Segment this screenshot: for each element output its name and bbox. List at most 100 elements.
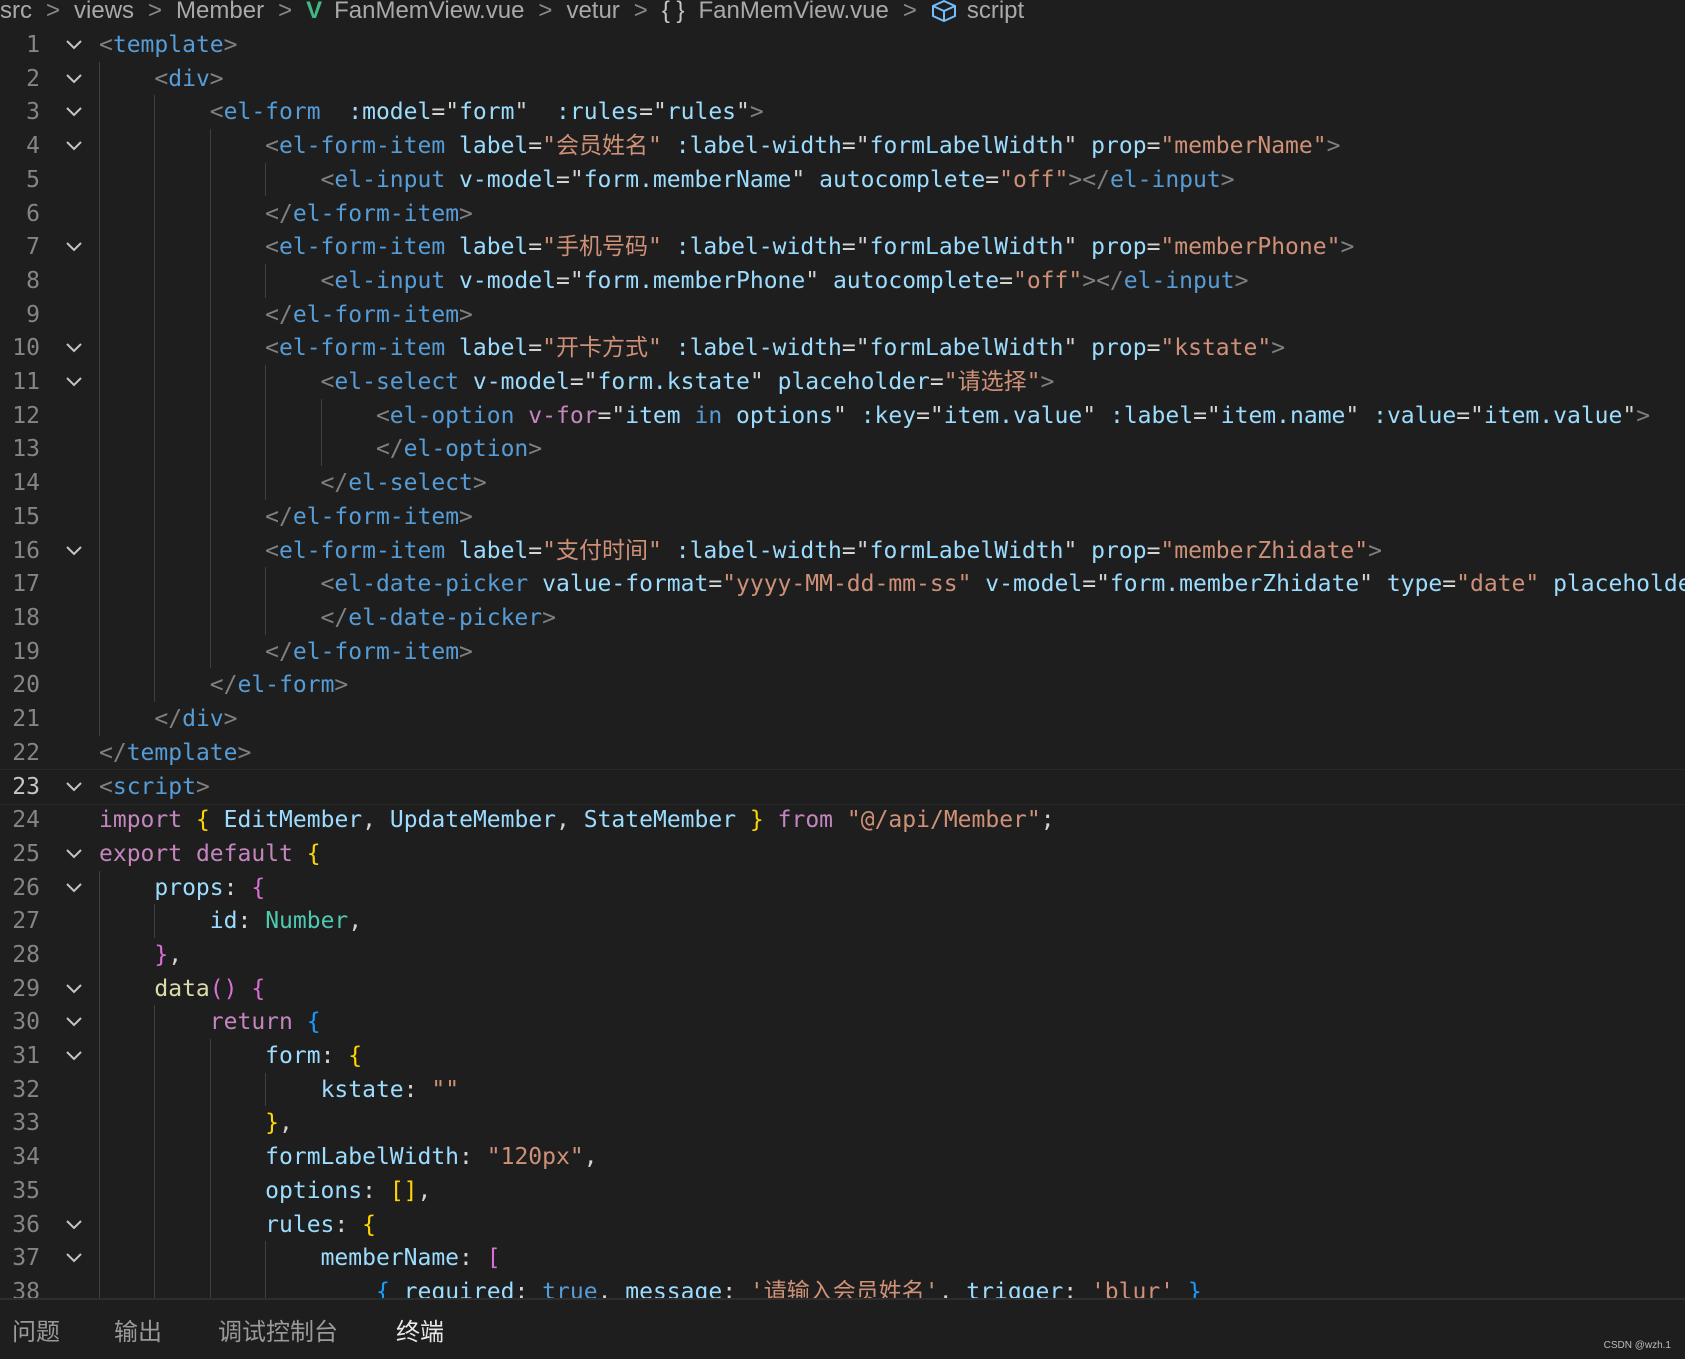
breadcrumb-item-member[interactable]: Member	[176, 0, 264, 23]
code-line[interactable]: 7 <el-form-item label="手机号码" :label-widt…	[0, 230, 1685, 264]
code-token: label	[459, 335, 529, 362]
code-line[interactable]: 28 },	[0, 938, 1685, 972]
breadcrumb-item-views[interactable]: views	[74, 0, 134, 23]
code-line[interactable]: 25 export default {	[0, 837, 1685, 871]
fold-chevron-icon[interactable]	[64, 972, 84, 1006]
code-line[interactable]: 36 rules: {	[0, 1208, 1685, 1242]
breadcrumb-item-script[interactable]: script	[967, 0, 1024, 23]
code-line[interactable]: 26 props: {	[0, 871, 1685, 905]
fold-chevron-icon[interactable]	[64, 28, 84, 62]
code-line[interactable]: 8 <el-input v-model="form.memberPhone" a…	[0, 264, 1685, 298]
fold-chevron-icon[interactable]	[64, 770, 84, 804]
code-line[interactable]: 33 },	[0, 1106, 1685, 1140]
fold-chevron-icon[interactable]	[64, 1039, 84, 1073]
code-token: formLabelWidth	[869, 335, 1064, 362]
code-line[interactable]: 17 <el-date-picker value-format="yyyy-MM…	[0, 567, 1685, 601]
tab-terminal[interactable]: 终端	[396, 1312, 444, 1347]
fold-chevron-icon[interactable]	[64, 837, 84, 871]
breadcrumb-item-src[interactable]: src	[0, 0, 32, 23]
code-editor[interactable]: 1 <template> 2 <div> 3 <el-form :model="for…	[0, 28, 1685, 1298]
code-line[interactable]: 31 form: {	[0, 1039, 1685, 1073]
code-line[interactable]: 18 </el-date-picker>	[0, 601, 1685, 635]
code-line[interactable]: 21 </div>	[0, 702, 1685, 736]
code-token: :rules	[556, 99, 640, 126]
code-token: form	[459, 99, 515, 126]
code-token: script	[112, 774, 196, 801]
code-token: :key	[860, 402, 917, 429]
fold-chevron-icon[interactable]	[64, 230, 84, 264]
breadcrumb-item-module[interactable]: FanMemView.vue	[699, 0, 889, 23]
breadcrumb-item-file[interactable]: FanMemView.vue	[334, 0, 524, 23]
code-token: el-date-picker	[334, 571, 529, 598]
code-token: "memberName"	[1160, 133, 1327, 160]
code-line[interactable]: 4 <el-form-item label="会员姓名" :label-widt…	[0, 129, 1685, 163]
code-token: div	[182, 706, 224, 732]
code-text: options: [],	[99, 1174, 431, 1208]
code-line[interactable]: 1 <template>	[0, 28, 1685, 62]
code-text: <script>	[99, 770, 210, 804]
code-token: el-form	[237, 672, 335, 699]
code-token: =	[528, 537, 543, 564]
fold-chevron-icon[interactable]	[64, 331, 84, 365]
code-token: default	[195, 840, 293, 867]
code-line[interactable]: 23 <script>	[0, 769, 1685, 806]
code-line[interactable]: 12 <el-option v-for="item in options" :k…	[0, 399, 1685, 433]
code-line[interactable]: 30 return {	[0, 1005, 1685, 1039]
code-line[interactable]: 3 <el-form :model="form" :rules="rules">	[0, 95, 1685, 129]
line-number: 4	[26, 133, 40, 160]
code-line[interactable]: 5 <el-input v-model="form.memberName" au…	[0, 163, 1685, 197]
code-line[interactable]: 34 formLabelWidth: "120px",	[0, 1140, 1685, 1174]
code-token: "	[1359, 571, 1387, 598]
tab-problems[interactable]: 问题	[12, 1312, 60, 1347]
code-line[interactable]: 20 </el-form>	[0, 668, 1685, 702]
code-line[interactable]: 6 </el-form-item>	[0, 197, 1685, 231]
code-line[interactable]: 37 memberName: [	[0, 1241, 1685, 1275]
code-line[interactable]: 11 <el-select v-model="form.kstate" plac…	[0, 365, 1685, 399]
chevron-right-icon: >	[633, 0, 648, 25]
code-line[interactable]: 32 kstate: ""	[0, 1073, 1685, 1107]
code-text: <el-date-picker value-format="yyyy-MM-dd…	[99, 567, 1685, 601]
fold-chevron-icon[interactable]	[64, 1005, 84, 1039]
tab-debug-console[interactable]: 调试控制台	[218, 1312, 338, 1347]
code-token: el-form-item	[279, 133, 446, 160]
code-line[interactable]: 38 { required: true, message: '请输入会员姓名',…	[0, 1275, 1685, 1298]
code-line[interactable]: 24 import { EditMember, UpdateMember, Sta…	[0, 803, 1685, 837]
code-line[interactable]: 35 options: [],	[0, 1174, 1685, 1208]
code-line[interactable]: 15 </el-form-item>	[0, 500, 1685, 534]
code-line[interactable]: 2 <div>	[0, 62, 1685, 96]
breadcrumb-item-vetur[interactable]: vetur	[566, 0, 619, 23]
code-token: item.name	[1220, 402, 1346, 429]
code-line[interactable]: 29 data() {	[0, 972, 1685, 1006]
fold-chevron-icon[interactable]	[64, 95, 84, 129]
code-token: autocomplete	[832, 267, 1000, 294]
indent-guide	[154, 95, 156, 702]
code-token: :	[722, 1278, 750, 1298]
fold-chevron-icon[interactable]	[64, 534, 84, 568]
fold-chevron-icon[interactable]	[64, 1241, 84, 1275]
code-token: props	[154, 874, 224, 901]
code-line[interactable]: 14 </el-select>	[0, 466, 1685, 500]
code-line[interactable]: 9 </el-form-item>	[0, 298, 1685, 332]
code-line[interactable]: 27 id: Number,	[0, 904, 1685, 938]
code-line[interactable]: 10 <el-form-item label="开卡方式" :label-wid…	[0, 331, 1685, 365]
fold-chevron-icon[interactable]	[64, 129, 84, 163]
fold-chevron-icon[interactable]	[64, 365, 84, 399]
tab-output[interactable]: 输出	[114, 1312, 162, 1347]
code-token: placeholder	[777, 369, 930, 395]
fold-chevron-icon[interactable]	[64, 1208, 84, 1242]
code-line[interactable]: 13 </el-option>	[0, 432, 1685, 466]
code-token: []	[389, 1177, 418, 1204]
code-line[interactable]: 16 <el-form-item label="支付时间" :label-wid…	[0, 534, 1685, 568]
fold-chevron-icon[interactable]	[64, 871, 84, 905]
code-line[interactable]: 19 </el-form-item>	[0, 635, 1685, 669]
fold-chevron-icon[interactable]	[64, 62, 84, 96]
code-line[interactable]: 22 </template>	[0, 736, 1685, 770]
code-token: :	[334, 1211, 363, 1238]
